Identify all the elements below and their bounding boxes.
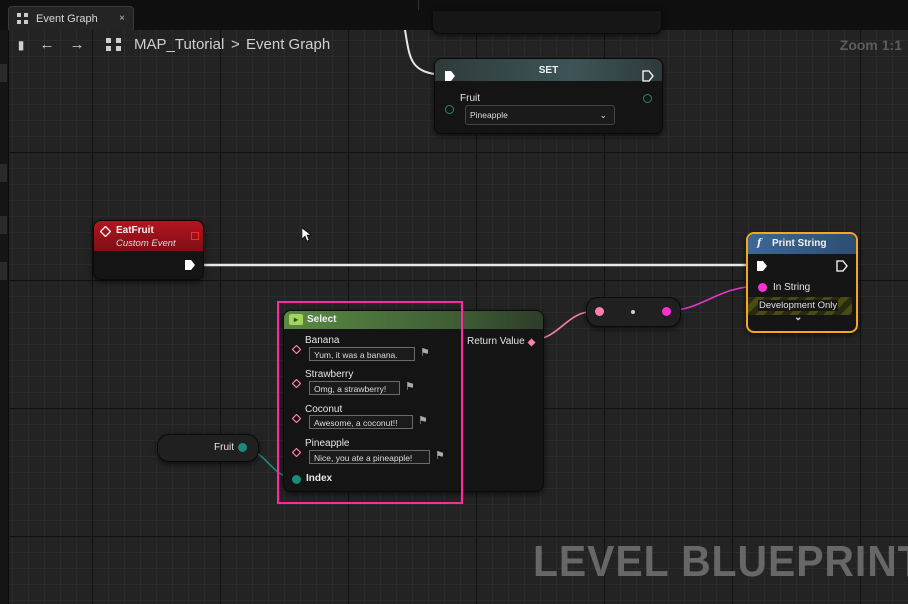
level-blueprint-watermark: LEVEL BLUEPRINT <box>533 537 908 586</box>
set-fruit-out-pin[interactable] <box>643 94 652 103</box>
chevron-down-icon[interactable]: ⌄ <box>794 312 802 323</box>
fruit-getter-pin[interactable] <box>238 443 247 452</box>
fruit-getter-node[interactable]: Fruit <box>157 434 259 462</box>
reroute-node[interactable] <box>586 297 681 327</box>
eatfruit-title-bar: EatFruit Custom Event <box>94 221 203 251</box>
reroute-dot <box>631 310 635 314</box>
fruit-getter-label: Fruit <box>214 442 234 453</box>
function-icon: f <box>757 238 762 249</box>
print-string-node[interactable]: f Print String In String Development Onl… <box>746 232 858 333</box>
eatfruit-subtitle: Custom Event <box>116 238 176 249</box>
return-value-pin[interactable] <box>527 338 536 347</box>
set-var-label: Fruit <box>460 93 480 104</box>
set-node-title-text: SET <box>538 65 559 76</box>
eatfruit-title: EatFruit <box>116 225 154 236</box>
offscreen-node[interactable] <box>432 10 662 34</box>
reroute-out-pin[interactable] <box>662 307 671 316</box>
set-node-title: SET <box>435 59 662 81</box>
exec-in-pin[interactable] <box>756 260 768 272</box>
set-fruit-in-pin[interactable] <box>445 105 454 114</box>
in-string-pin[interactable] <box>758 283 767 292</box>
chevron-down-icon: ⌄ <box>599 110 607 120</box>
mouse-cursor-icon <box>302 228 312 242</box>
print-string-title: Print String <box>772 238 827 249</box>
print-string-title-bar: f Print String <box>748 234 856 254</box>
exec-out-pin[interactable] <box>642 70 654 82</box>
fruit-enum-value: Pineapple <box>470 110 508 120</box>
delegate-pin[interactable] <box>191 232 199 240</box>
event-diamond-icon <box>100 226 111 237</box>
fruit-enum-dropdown[interactable]: Pineapple ⌄ <box>465 105 615 125</box>
eatfruit-event-node[interactable]: EatFruit Custom Event <box>93 220 204 280</box>
return-value-label: Return Value <box>467 336 525 347</box>
highlight-box <box>277 301 463 504</box>
development-only-label: Development Only <box>758 300 839 311</box>
exec-out-pin[interactable] <box>836 260 848 272</box>
reroute-in-pin[interactable] <box>595 307 604 316</box>
exec-in-pin[interactable] <box>444 70 456 82</box>
exec-out-pin[interactable] <box>184 259 196 271</box>
in-string-label: In String <box>773 282 811 293</box>
set-node[interactable]: SET Fruit Pineapple ⌄ <box>434 58 663 134</box>
